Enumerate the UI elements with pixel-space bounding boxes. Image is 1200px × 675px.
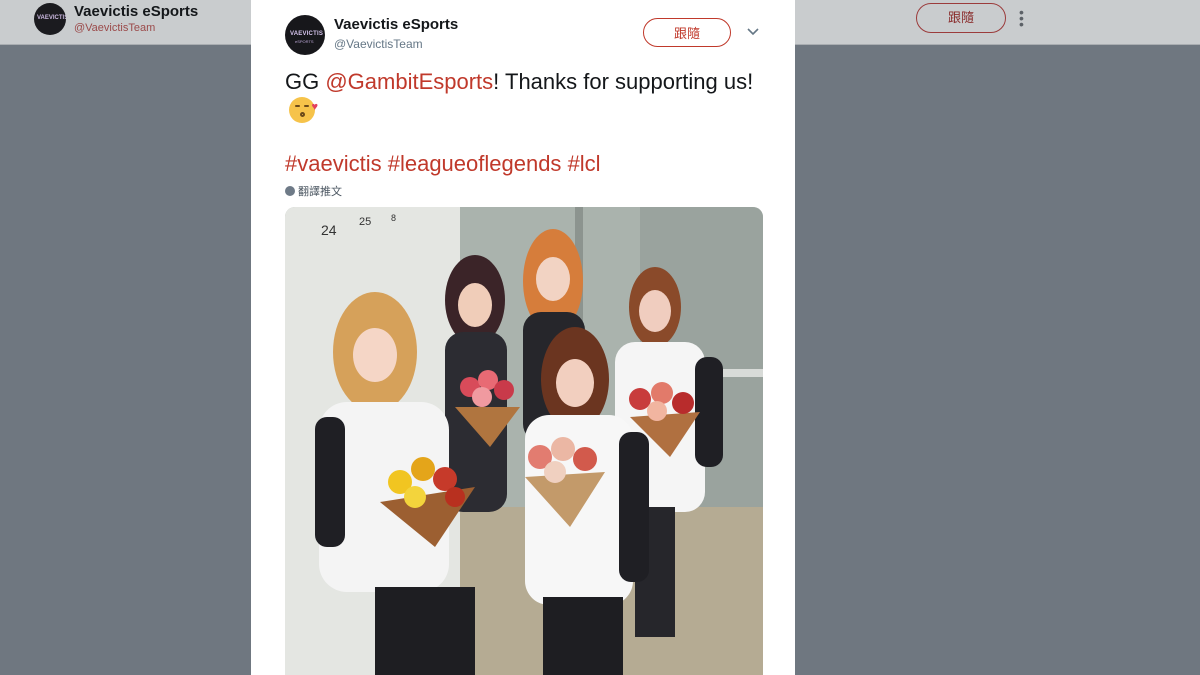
tweet-photo[interactable]: 24 25 8 xyxy=(285,207,763,675)
author-avatar[interactable]: VAEVICTIS eSPORTS xyxy=(285,15,325,55)
mention-link[interactable]: @GambitEsports xyxy=(325,69,493,94)
avatar-logo-text: VAEVICTIS xyxy=(290,31,324,37)
header-follow-button[interactable]: 跟隨 xyxy=(916,3,1006,33)
profile-handle[interactable]: @VaevictisTeam xyxy=(74,22,155,34)
kissing-face-icon: ♥ xyxy=(289,97,318,123)
team-photo-illustration: 24 25 8 xyxy=(285,207,763,675)
tweet-card: VAEVICTIS eSPORTS Vaevictis eSports @Vae… xyxy=(251,0,795,675)
avatar-logo-subtext: eSPORTS xyxy=(295,39,314,44)
translate-label: 翻譯推文 xyxy=(298,186,342,198)
svg-text:25: 25 xyxy=(359,216,371,228)
author-handle[interactable]: @VaevictisTeam xyxy=(334,37,423,51)
avatar-logo-text: VAEVICTIS xyxy=(37,15,66,21)
tweet-text-suffix: ! Thanks for supporting us! xyxy=(493,69,754,94)
tweet-text: GG @GambitEsports! Thanks for supporting… xyxy=(285,67,765,125)
hashtag-link[interactable]: #leagueoflegends xyxy=(388,151,562,176)
hashtag-link[interactable]: #lcl xyxy=(568,151,601,176)
tweet-text-prefix: GG xyxy=(285,69,326,94)
hashtag-list: #vaevictis #leagueoflegends #lcl xyxy=(285,151,601,177)
svg-text:24: 24 xyxy=(321,222,337,238)
profile-avatar[interactable]: VAEVICTIS xyxy=(34,3,66,35)
vertical-dots-icon[interactable]: • • • xyxy=(1019,5,1024,31)
svg-text:8: 8 xyxy=(391,213,396,223)
author-name[interactable]: Vaevictis eSports xyxy=(334,16,458,33)
hashtag-link[interactable]: #vaevictis xyxy=(285,151,382,176)
chevron-down-icon[interactable] xyxy=(746,24,760,38)
profile-name[interactable]: Vaevictis eSports xyxy=(74,3,198,20)
globe-icon xyxy=(285,186,295,196)
translate-tweet-link[interactable]: 翻譯推文 xyxy=(285,183,342,199)
follow-button[interactable]: 跟隨 xyxy=(643,18,731,47)
